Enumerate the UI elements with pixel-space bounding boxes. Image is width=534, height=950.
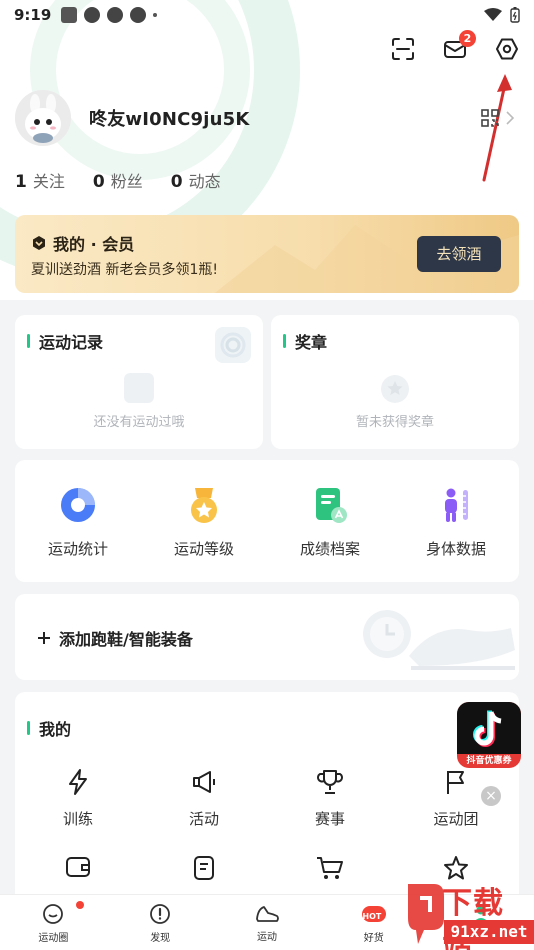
hot-tag: HOT (362, 912, 382, 921)
mine-item-training[interactable]: 训练 (15, 768, 141, 829)
mine-item-activity[interactable]: 活动 (141, 768, 267, 829)
qr-code-icon (481, 109, 499, 127)
scan-button[interactable] (390, 36, 416, 62)
records-empty-text: 还没有运动过哦 (93, 415, 185, 430)
wallet-icon (66, 857, 90, 877)
compass-icon (150, 903, 171, 924)
vip-subtitle: 夏训送劲酒 新老会员多领1瓶! (31, 262, 218, 278)
stat-followers[interactable]: 0 粉丝 (93, 168, 143, 192)
watermark-domain: 91xz.net (444, 920, 534, 944)
add-gear-label: 添加跑鞋/智能装备 (37, 626, 193, 650)
stat-posts[interactable]: 0 动态 (171, 168, 221, 192)
header-actions: 2 (390, 30, 520, 62)
sport-records-card[interactable]: 运动记录 还没有运动过哦 (15, 315, 263, 449)
app-notification-icon (130, 7, 147, 23)
mine-item-orders[interactable] (141, 854, 267, 882)
medals-empty-text: 暂未获得奖章 (355, 415, 434, 430)
notification-icon (61, 7, 78, 23)
pie-chart-icon (61, 488, 95, 522)
document-icon (194, 856, 214, 880)
mine-item-events[interactable]: 赛事 (267, 768, 393, 829)
mine-item-wallet[interactable] (15, 854, 141, 882)
social-stats: 1 关注 0 粉丝 0 动态 (15, 168, 221, 192)
trophy-icon (317, 770, 343, 794)
records-target-icon (215, 327, 251, 363)
more-notifications-dot (153, 13, 158, 17)
battery-icon (510, 7, 520, 23)
tool-sport-level[interactable]: 运动等级 (141, 486, 267, 559)
profile-page: 9:19 2 咚友wI0NC9ju5K 1 关注 0 粉丝 0 动态 我的 · … (0, 0, 534, 950)
wifi-icon (484, 8, 502, 21)
message-count-badge: 2 (459, 30, 476, 47)
mine-item-cart[interactable] (267, 854, 393, 882)
avatar-mascot-icon (15, 90, 71, 146)
douyin-coupon-float[interactable]: 抖音优惠券 (457, 702, 521, 768)
score-document-icon (316, 488, 347, 523)
mine-title: 我的 (27, 716, 71, 740)
site-watermark: 下载站 91xz.net (404, 876, 534, 950)
username: 咚友wI0NC9ju5K (89, 109, 250, 130)
messages-button[interactable]: 2 (442, 30, 476, 62)
medals-title: 奖章 (283, 329, 327, 353)
app-notification-icon (107, 7, 124, 23)
tab-sport[interactable]: 运动 (214, 895, 321, 950)
tab-discover[interactable]: 发现 (107, 895, 214, 950)
tab-unread-dot (76, 901, 84, 909)
app-notification-icon (84, 7, 101, 23)
settings-button[interactable] (494, 36, 520, 62)
vip-crown-icon (33, 236, 45, 250)
lightning-icon (69, 769, 87, 795)
avatar[interactable] (15, 90, 71, 146)
settings-hexagon-icon (496, 38, 518, 60)
chat-bubble-icon (43, 903, 64, 924)
empty-records-icon (124, 373, 154, 403)
level-medal-icon (191, 488, 217, 523)
tool-sport-stats[interactable]: 运动统计 (15, 486, 141, 559)
body-data-icon (445, 488, 468, 522)
empty-medal-icon (381, 375, 409, 403)
megaphone-icon (193, 771, 215, 793)
close-float-button[interactable]: × (481, 786, 501, 806)
vip-banner[interactable]: 我的 · 会员 夏训送劲酒 新老会员多领1瓶! 去领酒 (15, 215, 519, 293)
tools-card: 运动统计 运动等级 成绩档案 身体数据 (15, 460, 519, 582)
running-shoe-icon (256, 905, 279, 922)
status-time: 9:19 (14, 6, 52, 24)
shoe-watch-illustration-icon (363, 610, 515, 670)
add-gear-card[interactable]: 添加跑鞋/智能装备 (15, 594, 519, 680)
scan-icon (392, 38, 414, 60)
tab-community[interactable]: 运动圈 (0, 895, 107, 950)
douyin-coupon-caption: 抖音优惠券 (466, 756, 512, 766)
medals-card[interactable]: 奖章 暂未获得奖章 (271, 315, 519, 449)
flag-icon (447, 771, 464, 794)
tool-score-records[interactable]: 成绩档案 (267, 486, 393, 559)
vip-title: 我的 · 会员 (31, 231, 134, 255)
qr-code-button[interactable] (481, 109, 515, 127)
status-bar: 9:19 (0, 0, 534, 30)
plus-icon (38, 632, 50, 644)
records-title: 运动记录 (27, 329, 103, 353)
tool-body-data[interactable]: 身体数据 (393, 486, 519, 559)
claim-button[interactable]: 去领酒 (417, 236, 501, 272)
cart-icon (317, 857, 343, 879)
stat-following[interactable]: 1 关注 (15, 168, 65, 192)
profile-header[interactable]: 咚友wI0NC9ju5K (15, 90, 519, 146)
chevron-right-icon (506, 111, 515, 125)
